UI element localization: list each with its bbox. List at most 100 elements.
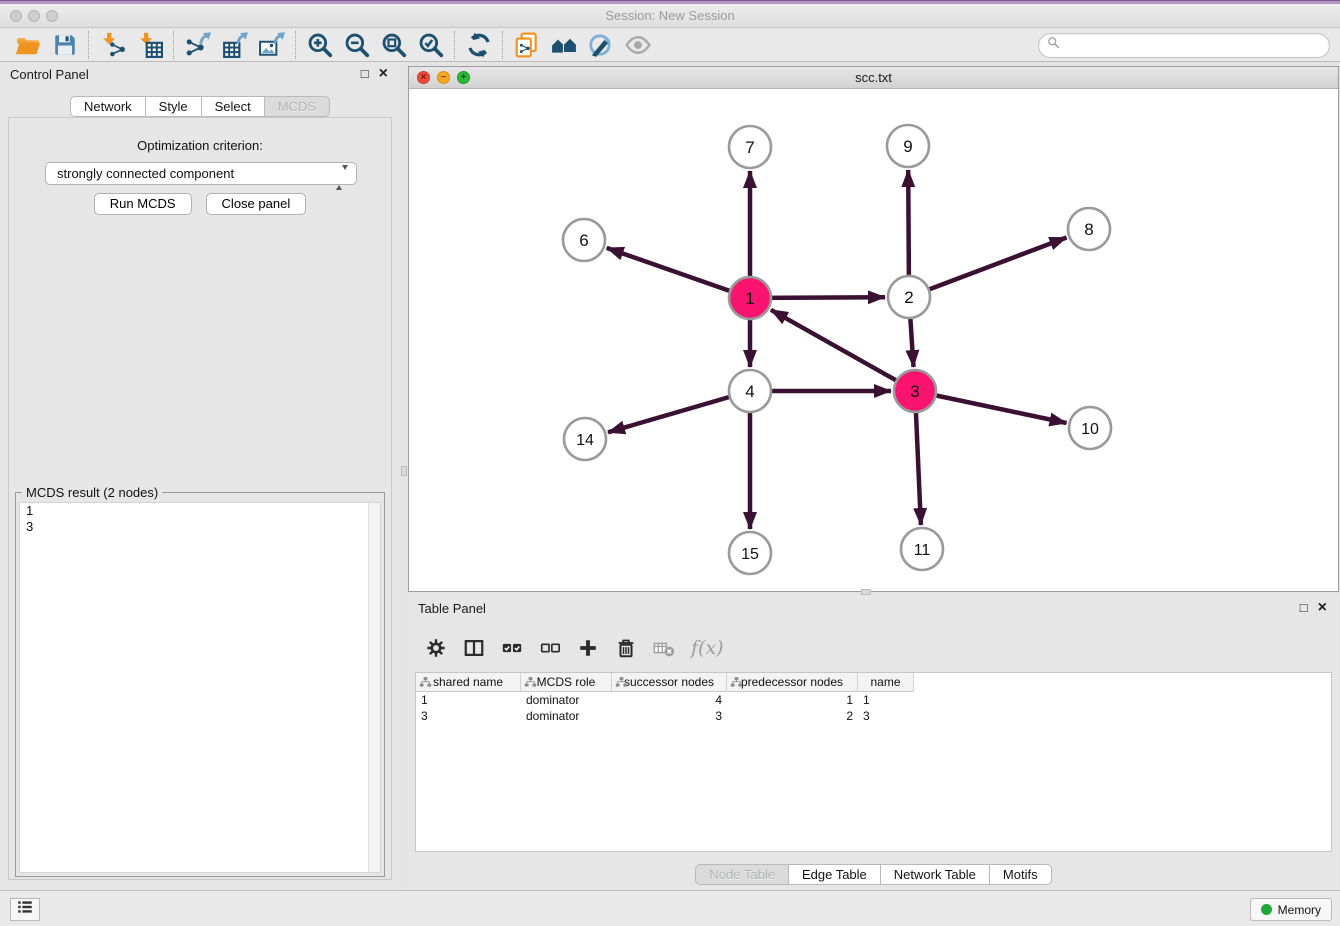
scrollbar[interactable] <box>368 503 380 872</box>
svg-text:2: 2 <box>904 288 913 307</box>
table-cell[interactable]: 3 <box>612 709 727 723</box>
tab-style[interactable]: Style <box>146 96 202 117</box>
export-table-button[interactable] <box>216 30 253 60</box>
table-cell[interactable]: 2 <box>727 709 858 723</box>
list-icon <box>16 898 34 921</box>
edge-3-10[interactable] <box>915 391 1067 423</box>
zoom-selected-button[interactable] <box>412 30 449 60</box>
select-all-button[interactable] <box>501 637 523 659</box>
close-panel-button[interactable]: Close panel <box>206 193 307 215</box>
column-header-label: predecessor nodes <box>741 675 843 689</box>
column-header-predecessor-nodes[interactable]: predecessor nodes <box>727 673 858 692</box>
table-cell[interactable]: 1 <box>858 693 914 707</box>
vertical-splitter-handle[interactable] <box>401 466 407 476</box>
table-settings-button[interactable] <box>425 637 447 659</box>
delete-column-button[interactable] <box>615 637 637 659</box>
table-cell[interactable]: 1 <box>727 693 858 707</box>
svg-text:4: 4 <box>745 382 754 401</box>
svg-text:8: 8 <box>1084 220 1093 239</box>
table-cell[interactable]: 3 <box>858 709 914 723</box>
table-row[interactable]: 3dominator323 <box>416 708 1331 724</box>
table-cell[interactable]: 3 <box>416 709 521 723</box>
mcds-result-group: MCDS result (2 nodes) 13 <box>15 492 385 877</box>
import-table-button[interactable] <box>131 30 168 60</box>
mcds-result-node: 1 <box>20 503 380 519</box>
graph-node-7[interactable]: 7 <box>729 126 771 168</box>
clone-network-button[interactable] <box>508 30 545 60</box>
first-neighbors-button[interactable] <box>545 30 582 60</box>
tab-mcds[interactable]: MCDS <box>265 96 330 117</box>
edge-1-6[interactable] <box>607 248 750 298</box>
graph-node-2[interactable]: 2 <box>888 276 930 318</box>
export-network-button[interactable] <box>179 30 216 60</box>
add-column-button[interactable] <box>577 637 599 659</box>
table-cell[interactable]: 1 <box>416 693 521 707</box>
import-network-button[interactable] <box>94 30 131 60</box>
graph-node-4[interactable]: 4 <box>729 370 771 412</box>
mcds-result-node: 3 <box>20 519 380 535</box>
search-box[interactable] <box>1038 33 1330 58</box>
maximize-window-button[interactable] <box>46 10 58 22</box>
float-table-panel-icon[interactable] <box>1300 599 1308 617</box>
run-mcds-button[interactable]: Run MCDS <box>94 193 192 215</box>
network-canvas[interactable]: 1 2 3 4 6 7 8 9 10 11 14 15 <box>409 89 1338 591</box>
save-session-button[interactable] <box>46 30 83 60</box>
tab-select[interactable]: Select <box>202 96 265 117</box>
column-header-mcds-role[interactable]: MCDS role <box>521 673 612 692</box>
edge-3-1[interactable] <box>771 310 915 391</box>
graph-node-3[interactable]: 3 <box>894 370 936 412</box>
graphics-details-button[interactable] <box>582 30 619 60</box>
table-cell[interactable]: 4 <box>612 693 727 707</box>
zoom-in-button[interactable] <box>301 30 338 60</box>
table-row[interactable]: 1dominator411 <box>416 692 1331 708</box>
export-image-button[interactable] <box>253 30 290 60</box>
maximize-view-button[interactable] <box>457 71 470 84</box>
refresh-layout-icon <box>466 32 492 58</box>
table-cell[interactable]: dominator <box>521 693 612 707</box>
table-cell[interactable]: dominator <box>521 709 612 723</box>
delete-table-button[interactable] <box>653 637 675 659</box>
tab-network-table[interactable]: Network Table <box>881 864 990 885</box>
zoom-fit-button[interactable] <box>375 30 412 60</box>
show-hide-button[interactable] <box>619 30 656 60</box>
search-input[interactable] <box>1066 39 1321 53</box>
task-history-button[interactable] <box>10 898 40 921</box>
close-panel-icon[interactable] <box>379 65 388 83</box>
column-header-shared-name[interactable]: shared name <box>416 673 521 692</box>
graph-node-1[interactable]: 1 <box>729 277 771 319</box>
graph-node-8[interactable]: 8 <box>1068 208 1110 250</box>
close-view-button[interactable] <box>417 71 430 84</box>
zoom-out-button[interactable] <box>338 30 375 60</box>
graph-node-9[interactable]: 9 <box>887 125 929 167</box>
column-header-name[interactable]: name <box>858 673 914 692</box>
close-table-panel-icon[interactable] <box>1318 599 1327 617</box>
network-window-titlebar[interactable]: scc.txt <box>409 67 1338 89</box>
tab-network[interactable]: Network <box>70 96 146 117</box>
graph-node-6[interactable]: 6 <box>563 219 605 261</box>
graph-node-15[interactable]: 15 <box>729 532 771 574</box>
edge-2-8[interactable] <box>909 238 1067 298</box>
save-session-icon <box>52 32 78 58</box>
function-builder-button[interactable]: f(x) <box>691 637 724 659</box>
float-panel-icon[interactable] <box>361 65 369 83</box>
toggle-panes-button[interactable] <box>463 637 485 659</box>
deselect-all-button[interactable] <box>539 637 561 659</box>
open-file-button[interactable] <box>9 30 46 60</box>
mcds-result-list[interactable]: 13 <box>19 502 381 873</box>
memory-button[interactable]: Memory <box>1250 898 1332 921</box>
close-window-button[interactable] <box>10 10 22 22</box>
refresh-layout-button[interactable] <box>460 30 497 60</box>
tab-node-table[interactable]: Node Table <box>695 864 789 885</box>
tab-edge-table[interactable]: Edge Table <box>789 864 881 885</box>
graph-node-11[interactable]: 11 <box>901 528 943 570</box>
graph-node-10[interactable]: 10 <box>1069 407 1111 449</box>
horizontal-splitter-handle[interactable] <box>861 589 871 595</box>
mcds-tab-content: Optimization criterion: strongly connect… <box>8 117 392 880</box>
column-header-successor-nodes[interactable]: successor nodes <box>612 673 727 692</box>
minimize-view-button[interactable] <box>437 71 450 84</box>
optimization-criterion-select[interactable]: strongly connected component <box>45 162 357 185</box>
table-header-row: shared nameMCDS rolesuccessor nodes prede… <box>416 673 1331 692</box>
tab-motifs[interactable]: Motifs <box>990 864 1052 885</box>
minimize-window-button[interactable] <box>28 10 40 22</box>
graph-node-14[interactable]: 14 <box>564 418 606 460</box>
